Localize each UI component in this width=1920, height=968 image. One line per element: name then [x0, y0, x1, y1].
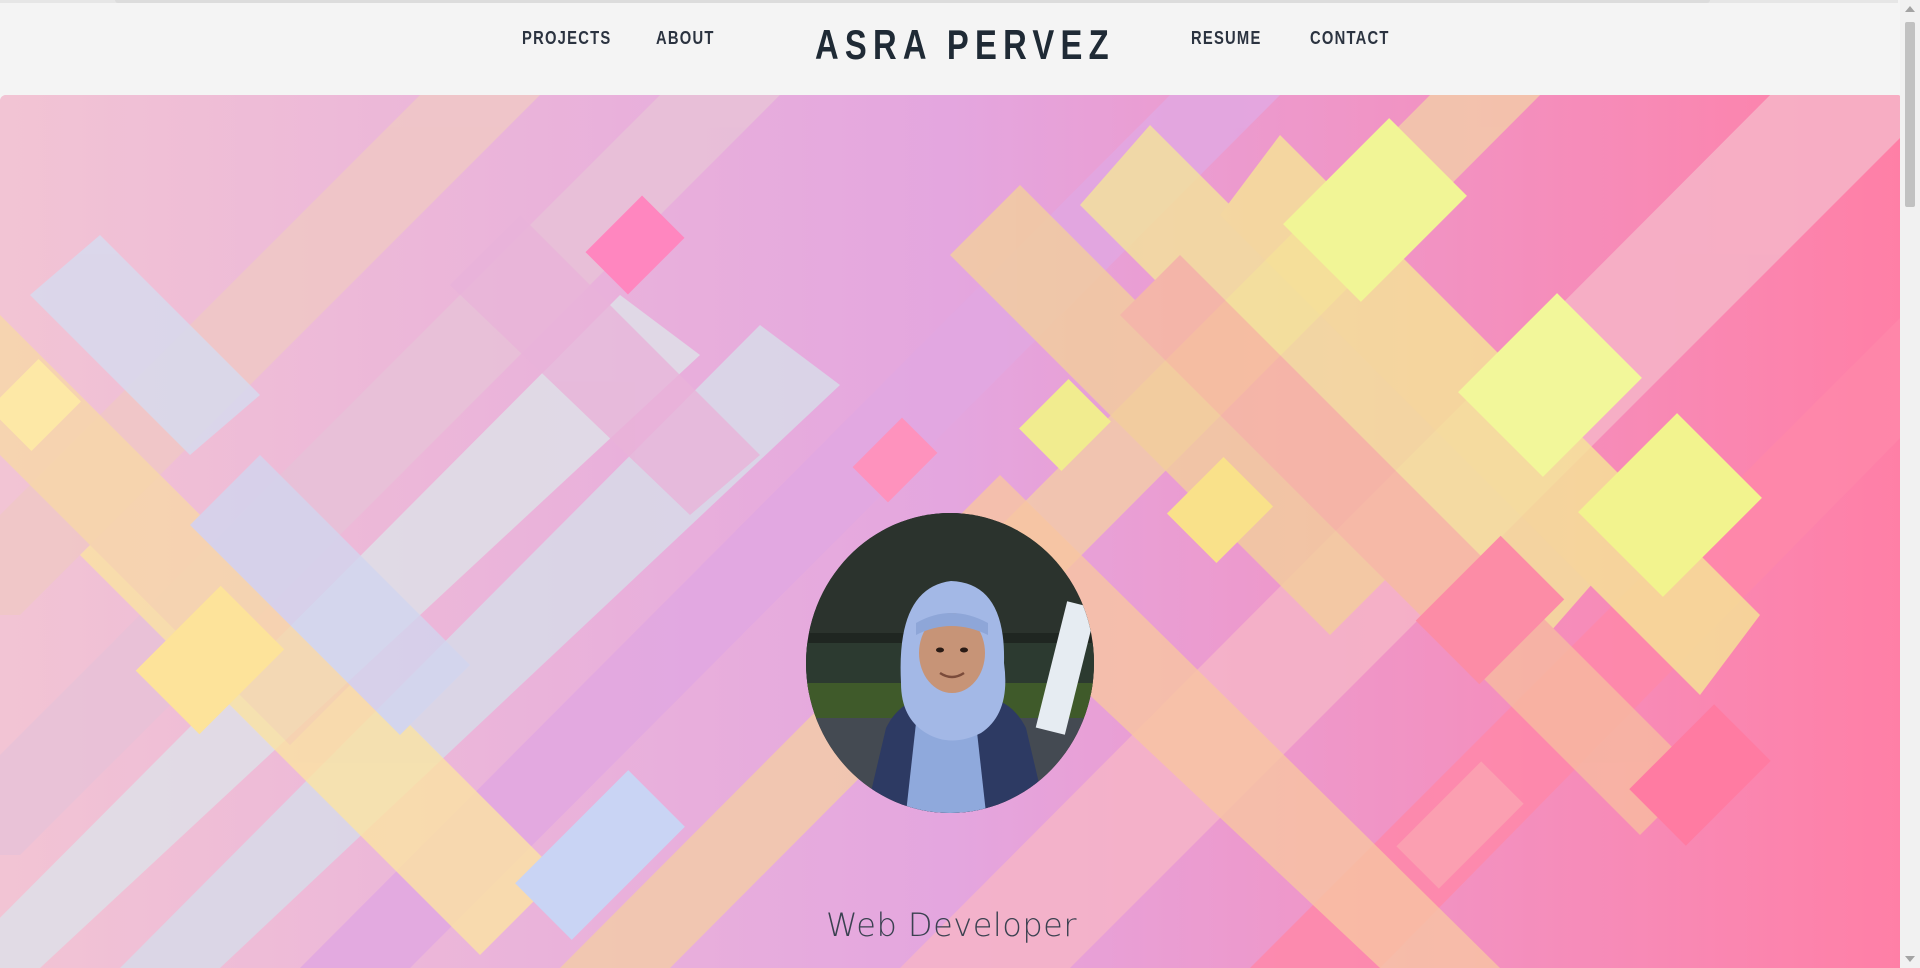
- nav-link-about[interactable]: ABOUT: [656, 28, 715, 49]
- scrollbar-thumb[interactable]: [1905, 22, 1915, 207]
- hero-section: Web Developer: [0, 95, 1903, 968]
- nav-link-contact[interactable]: CONTACT: [1310, 28, 1390, 49]
- site-brand[interactable]: ASRA PERVEZ: [815, 21, 1115, 69]
- hero-role-title: Web Developer: [825, 906, 1077, 944]
- nav-link-projects[interactable]: PROJECTS: [522, 28, 611, 49]
- nav-link-resume[interactable]: RESUME: [1191, 28, 1262, 49]
- page-scrollbar[interactable]: [1900, 0, 1920, 968]
- browser-top-edge: [115, 0, 1710, 3]
- scroll-up-arrow-icon[interactable]: [1905, 6, 1915, 12]
- profile-avatar: [806, 513, 1094, 813]
- scroll-down-arrow-icon[interactable]: [1905, 956, 1915, 962]
- profile-photo: [806, 513, 1094, 813]
- top-navbar: PROJECTS ABOUT ASRA PERVEZ RESUME CONTAC…: [0, 0, 1898, 95]
